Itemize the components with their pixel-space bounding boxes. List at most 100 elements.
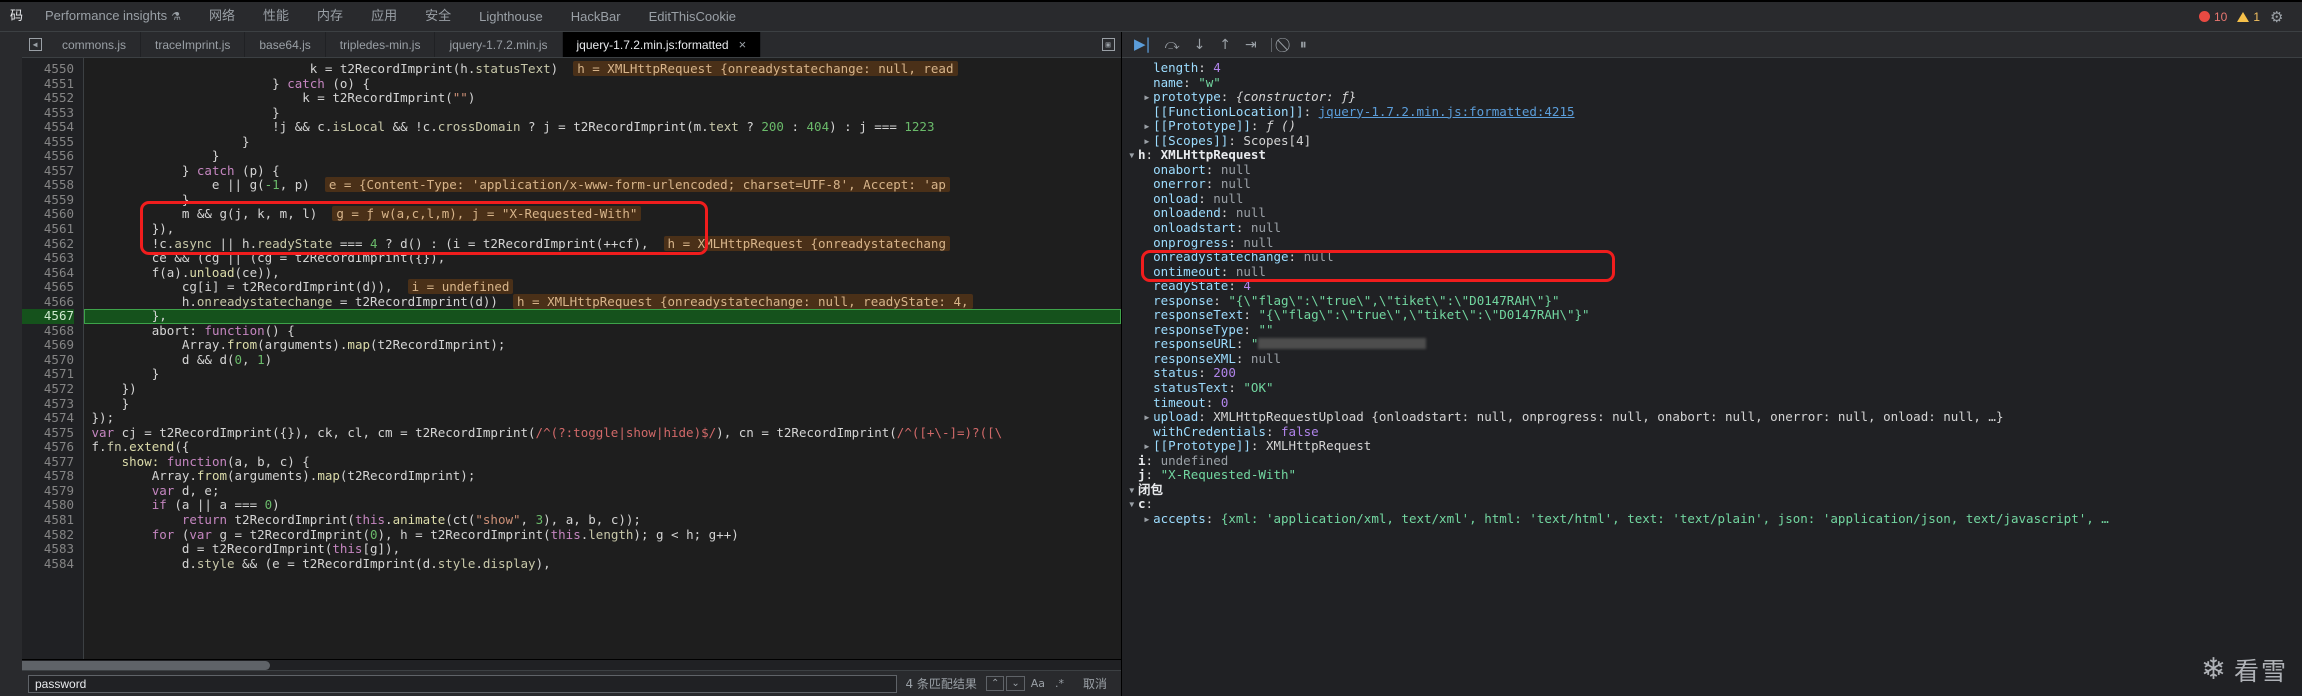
line-number[interactable]: 4572 <box>22 381 74 397</box>
line-number[interactable]: 4567 <box>22 309 74 324</box>
scope-row[interactable]: timeout: 0 <box>1122 395 2302 411</box>
line-number[interactable]: 4565 <box>22 280 74 295</box>
code-line[interactable]: f.fn.extend({ <box>84 439 1121 455</box>
step-out-button[interactable]: ↑ <box>1219 38 1231 52</box>
code-line[interactable]: } catch (p) { <box>84 163 1121 179</box>
code-line[interactable]: ce && (cg || (cg = t2RecordImprint({}), <box>84 250 1121 266</box>
code-line[interactable]: for (var g = t2RecordImprint(0), h = t2R… <box>84 527 1121 543</box>
tab-security[interactable]: 安全 <box>411 2 465 32</box>
search-next-button[interactable]: ⌄ <box>1006 676 1025 691</box>
line-number[interactable]: 4556 <box>22 149 74 164</box>
tab-lighthouse[interactable]: Lighthouse <box>465 2 557 32</box>
line-number[interactable]: 4551 <box>22 76 74 92</box>
code-line[interactable]: Array.from(arguments).map(t2RecordImprin… <box>84 338 1121 353</box>
line-number[interactable]: 4553 <box>22 105 74 121</box>
code-line[interactable]: var cj = t2RecordImprint({}), ck, cl, cm… <box>84 425 1121 441</box>
scope-row[interactable]: onerror: null <box>1122 177 2302 192</box>
line-number[interactable]: 4578 <box>22 469 74 484</box>
code-line[interactable]: } <box>84 192 1121 208</box>
line-number[interactable]: 4576 <box>22 440 74 455</box>
scope-row[interactable]: responseXML: null <box>1122 351 2302 367</box>
search-input[interactable] <box>28 674 898 693</box>
file-tab-traceimprint-js[interactable]: traceImprint.js <box>141 32 246 57</box>
code-line[interactable]: }) <box>84 381 1121 397</box>
scope-row[interactable]: name: "w" <box>1122 75 2302 91</box>
close-icon[interactable]: × <box>739 37 747 52</box>
scope-row[interactable]: ▸ [[Scopes]]: Scopes[4] <box>1122 133 2302 149</box>
line-number[interactable]: 4568 <box>22 323 74 339</box>
error-count-badge[interactable]: 10 <box>2198 10 2227 24</box>
code-line[interactable]: } <box>84 105 1121 121</box>
tab-memory[interactable]: 内存 <box>303 2 357 32</box>
scope-row[interactable]: ▸ accepts: {xml: 'application/xml, text/x… <box>1122 511 2302 527</box>
code-line[interactable]: d = t2RecordImprint(this[g]), <box>84 541 1121 557</box>
code-line[interactable]: } catch (o) { <box>84 76 1121 92</box>
scrollbar-thumb[interactable] <box>8 661 270 670</box>
scope-row[interactable]: responseText: "{\"flag\":\"true\",\"tike… <box>1122 308 2302 323</box>
line-number[interactable]: 4579 <box>22 483 74 499</box>
code-line[interactable]: } <box>84 149 1121 164</box>
line-number[interactable]: 4555 <box>22 134 74 150</box>
chevron-right-icon[interactable]: ▸ <box>1143 511 1153 527</box>
line-number[interactable]: 4558 <box>22 178 74 193</box>
code-line[interactable]: !c.async || h.readyState === 4 ? d() : (… <box>84 235 1121 252</box>
code-line[interactable]: Array.from(arguments).map(t2RecordImprin… <box>84 469 1121 484</box>
scope-row[interactable]: onreadystatechange: null <box>1122 249 2302 265</box>
tab-editthiscookie[interactable]: EditThisCookie <box>635 2 750 32</box>
gear-icon[interactable]: ⚙ <box>2270 9 2286 25</box>
line-number[interactable]: 4559 <box>22 192 74 208</box>
code-line[interactable]: } <box>84 134 1121 150</box>
scope-row[interactable]: onloadstart: null <box>1122 220 2302 236</box>
code-line[interactable]: e || g(-1, p) e = {Content-Type: 'applic… <box>84 177 1121 193</box>
scope-row[interactable]: ▸ prototype: {constructor: ƒ} <box>1122 89 2302 105</box>
chevron-right-icon[interactable]: ▸ <box>1143 439 1153 454</box>
line-number[interactable]: 4581 <box>22 512 74 528</box>
tab-application[interactable]: 应用 <box>357 2 411 32</box>
chevron-right-icon[interactable]: ▸ <box>1143 119 1153 134</box>
line-number[interactable]: 4560 <box>22 207 74 222</box>
chevron-right-icon[interactable]: ▸ <box>1143 410 1153 425</box>
step-over-button[interactable]: ⤼ <box>1165 38 1180 52</box>
scope-row[interactable]: onprogress: null <box>1122 235 2302 251</box>
scope-row[interactable]: ▸ upload: XMLHttpRequestUpload {onloadsta… <box>1122 409 2302 425</box>
scope-row[interactable]: ▸ [[Prototype]]: XMLHttpRequest <box>1122 438 2302 454</box>
file-tab-jquery-min-js[interactable]: jquery-1.7.2.min.js <box>435 32 563 57</box>
code-line[interactable]: if (a || a === 0) <box>84 498 1121 513</box>
scope-row[interactable]: responseType: "" <box>1122 322 2302 338</box>
code-line[interactable]: abort: function() { <box>84 323 1121 339</box>
line-number[interactable]: 4575 <box>22 425 74 441</box>
scope-row[interactable]: j: "X-Requested-With" <box>1122 468 2302 483</box>
line-number[interactable]: 4584 <box>22 556 74 572</box>
scope-variables-pane[interactable]: length: 4 name: "w" ▸ prototype: {constru… <box>1122 58 2302 696</box>
code-editor[interactable]: 4550 4551 4552 4553 4554 4555 4556 4557 4558 4559… <box>22 58 1121 659</box>
tab-network[interactable]: 网络 <box>195 2 249 32</box>
line-number[interactable]: 4570 <box>22 352 74 368</box>
line-number[interactable]: 4550 <box>22 61 74 77</box>
step-into-button[interactable]: ↓ <box>1194 38 1206 52</box>
scope-row[interactable]: ▾ c: <box>1122 497 2302 512</box>
scope-row[interactable]: withCredentials: false <box>1122 424 2302 440</box>
line-number[interactable]: 4566 <box>22 294 74 310</box>
line-number[interactable]: 4577 <box>22 454 74 470</box>
line-number[interactable]: 4574 <box>22 411 74 426</box>
tab-performance[interactable]: 性能 <box>249 2 303 32</box>
line-number[interactable]: 4561 <box>22 221 74 237</box>
code-line[interactable]: }, <box>84 309 1121 324</box>
code-line[interactable]: return t2RecordImprint(this.animate(ct("… <box>84 512 1121 528</box>
code-line[interactable]: d && d(0, 1) <box>84 352 1121 368</box>
match-case-button[interactable]: Aa <box>1026 677 1050 690</box>
file-tabs-expander-button[interactable]: ◀ <box>22 32 48 57</box>
code-line[interactable]: var d, e; <box>84 483 1121 499</box>
scope-row[interactable]: [[FunctionLocation]]: jquery-1.7.2.min.j… <box>1122 104 2302 120</box>
chevron-right-icon[interactable]: ▸ <box>1143 90 1153 105</box>
scope-row[interactable]: ▾ h: XMLHttpRequest <box>1122 148 2302 163</box>
editor-horizontal-scrollbar[interactable] <box>0 659 1121 670</box>
code-content[interactable]: k = t2RecordImprint(h.statusText) h = XM… <box>84 58 1121 659</box>
scope-row[interactable]: status: 200 <box>1122 366 2302 381</box>
code-line[interactable]: m && g(j, k, m, l) g = ƒ w(a,c,l,m), j =… <box>84 206 1121 222</box>
code-line[interactable]: cg[i] = t2RecordImprint(d)), i = undefin… <box>84 279 1121 295</box>
scope-row[interactable]: ontimeout: null <box>1122 264 2302 280</box>
line-number[interactable]: 4557 <box>22 163 74 179</box>
step-button[interactable]: ⇥ <box>1245 38 1257 52</box>
line-number[interactable]: 4583 <box>22 541 74 557</box>
